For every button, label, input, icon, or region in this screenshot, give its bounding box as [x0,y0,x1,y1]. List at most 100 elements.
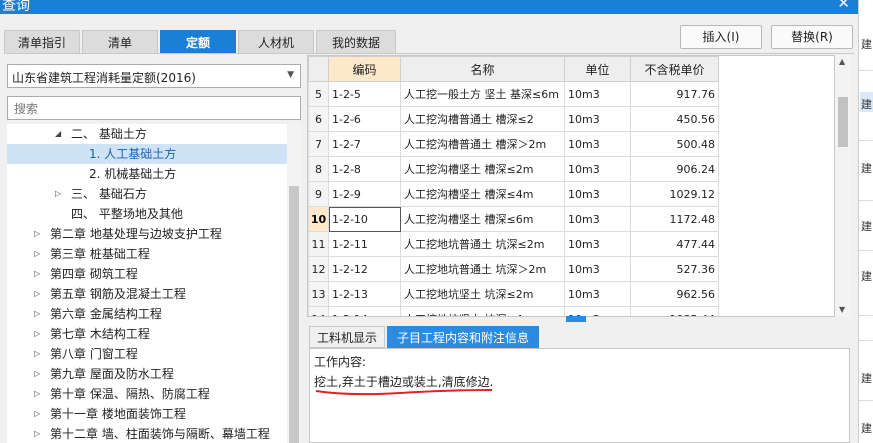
row-number[interactable]: 14 [308,306,329,316]
row-number[interactable]: 6 [308,106,329,132]
expand-icon[interactable]: ▷ [55,184,61,204]
expand-icon[interactable]: ▷ [34,324,40,344]
cell-unit[interactable]: 10m3 [564,106,631,132]
cell-unit[interactable]: 10m3 [564,256,631,282]
column-header-code[interactable]: 编码 [328,56,401,82]
cell-name[interactable]: 人工挖沟槽坚土 槽深≤2m [400,156,565,182]
row-number[interactable]: 10 [308,206,329,232]
expand-icon[interactable]: ▷ [34,384,40,404]
cell-price[interactable]: 1085.44 [630,306,719,316]
column-header-name[interactable]: 名称 [400,56,565,82]
grid-scroll-thumb[interactable] [838,97,848,147]
tree-node-site-leveling[interactable]: 四、 平整场地及其他 [7,204,287,224]
tab-list-guide[interactable]: 清单指引 [4,30,80,54]
row-number[interactable]: 7 [308,131,329,157]
cell-code[interactable]: 1-2-6 [328,106,401,132]
expand-icon[interactable]: ▷ [34,264,40,284]
tree-node-chapter[interactable]: ▷ 第十二章 墙、柱面装饰与隔断、幕墙工程 [7,424,287,443]
cell-price[interactable]: 1029.12 [630,181,719,207]
cell-name[interactable]: 人工挖一般土方 坚土 基深≤6m [400,81,565,107]
row-number[interactable]: 11 [308,231,329,257]
close-icon[interactable]: ✕ [837,0,850,12]
tree-node-manual-earthwork[interactable]: 1. 人工基础土方 [7,144,287,164]
expand-icon[interactable]: ▷ [34,284,40,304]
quota-library-select[interactable]: 山东省建筑工程消耗量定额(2016) ▼ [7,64,301,88]
expand-icon[interactable]: ▷ [34,344,40,364]
table-row[interactable]: 12 1-2-12 人工挖地坑普通土 坑深＞2m 10m3 527.36 [308,256,719,282]
cell-unit[interactable]: 10m3 [564,231,631,257]
table-row[interactable]: 11 1-2-11 人工挖地坑普通土 坑深≤2m 10m3 477.44 [308,231,719,257]
tree-node-chapter[interactable]: ▷ 第三章 桩基础工程 [7,244,287,264]
table-row[interactable]: 7 1-2-7 人工挖沟槽普通土 槽深＞2m 10m3 500.48 [308,131,719,157]
cell-price[interactable]: 527.36 [630,256,719,282]
tree-node-earthwork[interactable]: ◢ 二、 基础土方 [7,124,287,144]
tree-node-chapter[interactable]: ▷ 第八章 门窗工程 [7,344,287,364]
expand-icon[interactable]: ▷ [34,224,40,244]
cell-price[interactable]: 450.56 [630,106,719,132]
table-row[interactable]: 6 1-2-6 人工挖沟槽普通土 槽深≤2 10m3 450.56 [308,106,719,132]
table-row[interactable]: 8 1-2-8 人工挖沟槽坚土 槽深≤2m 10m3 906.24 [308,156,719,182]
scroll-up-icon[interactable]: ▲ [839,57,845,66]
cell-code[interactable]: 1-2-7 [328,131,401,157]
tab-materials[interactable]: 人材机 [238,30,314,54]
cell-name[interactable]: 人工挖地坑坚土 坑深≤4m [400,306,565,316]
column-header-unit[interactable]: 单位 [564,56,631,82]
table-row[interactable]: 141-2-14人工挖地坑坚土 坑深≤4m10m31085.44 [308,306,719,316]
tree-node-chapter[interactable]: ▷ 第七章 木结构工程 [7,324,287,344]
replace-button[interactable]: 替换(R) [771,25,853,49]
chevron-down-icon[interactable]: ▼ [287,70,294,80]
cell-code[interactable]: 1-2-5 [328,81,401,107]
tree-scrollbar[interactable] [287,124,301,443]
row-number[interactable]: 8 [308,156,329,182]
tab-my-data[interactable]: 我的数据 [316,30,396,54]
cell-unit[interactable]: 10m3 [564,181,631,207]
cell-code[interactable]: 1-2-12 [328,256,401,282]
table-row[interactable]: 13 1-2-13 人工挖地坑坚土 坑深≤2m 10m3 962.56 [308,281,719,307]
tree-scroll-thumb[interactable] [289,186,299,443]
panel-splitter-handle[interactable] [566,316,586,322]
tree-node-chapter[interactable]: ▷ 第十章 保温、隔热、防腐工程 [7,384,287,404]
cell-code[interactable]: 1-2-11 [328,231,401,257]
tree-node-chapter[interactable]: ▷ 第六章 金属结构工程 [7,304,287,324]
tree-node-mechanical-earthwork[interactable]: 2. 机械基础土方 [7,164,287,184]
table-row[interactable]: 10 1-2-10 人工挖沟槽坚土 槽深≤6m 10m3 1172.48 [308,206,719,232]
scroll-down-icon[interactable]: ▼ [839,305,845,314]
cell-unit[interactable]: 10m3 [564,206,631,232]
cell-name[interactable]: 人工挖沟槽普通土 槽深≤2 [400,106,565,132]
cell-price[interactable]: 477.44 [630,231,719,257]
search-field[interactable] [7,96,301,120]
cell-code[interactable]: 1-2-14 [328,306,401,316]
tab-work-content[interactable]: 子目工程内容和附注信息 [387,326,539,348]
row-number[interactable]: 5 [308,81,329,107]
tab-bill[interactable]: 清单 [82,30,158,54]
cell-name[interactable]: 人工挖地坑普通土 坑深＞2m [400,256,565,282]
tree-node-chapter[interactable]: ▷ 第二章 地基处理与边坡支护工程 [7,224,287,244]
tree-node-chapter[interactable]: ▷ 第十一章 楼地面装饰工程 [7,404,287,424]
cell-unit[interactable]: 10m3 [564,81,631,107]
cell-unit[interactable]: 10m3 [564,281,631,307]
cell-code[interactable]: 1-2-9 [328,181,401,207]
cell-price[interactable]: 917.76 [630,81,719,107]
cell-unit[interactable]: 10m3 [564,131,631,157]
cell-code[interactable]: 1-2-13 [328,281,401,307]
cell-name[interactable]: 人工挖地坑普通土 坑深≤2m [400,231,565,257]
cell-name[interactable]: 人工挖沟槽普通土 槽深＞2m [400,131,565,157]
table-row[interactable]: 9 1-2-9 人工挖沟槽坚土 槽深≤4m 10m3 1029.12 [308,181,719,207]
cell-price[interactable]: 1172.48 [630,206,719,232]
search-input[interactable] [12,98,296,120]
tab-quota[interactable]: 定额 [160,30,236,54]
grid-scrollbar[interactable]: ▲ ▼ [835,55,851,317]
expand-icon[interactable]: ▷ [34,404,40,424]
cell-name[interactable]: 人工挖沟槽坚土 槽深≤6m [400,206,565,232]
row-number[interactable]: 13 [308,281,329,307]
row-number[interactable]: 12 [308,256,329,282]
expand-icon[interactable]: ▷ [34,364,40,384]
cell-code[interactable]: 1-2-8 [328,156,401,182]
tree-node-chapter[interactable]: ▷ 第五章 钢筋及混凝土工程 [7,284,287,304]
cell-price[interactable]: 500.48 [630,131,719,157]
tree-node-chapter[interactable]: ▷ 第九章 屋面及防水工程 [7,364,287,384]
expand-icon[interactable]: ▷ [34,304,40,324]
tab-material-display[interactable]: 工料机显示 [309,326,385,348]
cell-name[interactable]: 人工挖沟槽坚土 槽深≤4m [400,181,565,207]
tree-node-chapter[interactable]: ▷ 第四章 砌筑工程 [7,264,287,284]
